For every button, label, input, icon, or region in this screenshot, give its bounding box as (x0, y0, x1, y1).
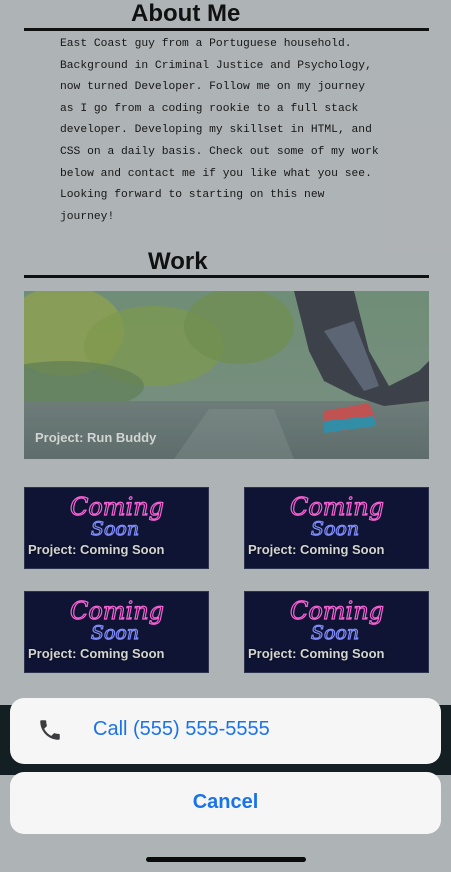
home-indicator[interactable] (146, 857, 306, 862)
cancel-button[interactable]: Cancel (10, 772, 441, 834)
phone-icon (40, 720, 60, 740)
call-action-button[interactable]: Call (555) 555-5555 (10, 698, 441, 764)
cancel-label: Cancel (192, 791, 259, 813)
call-label: Call (555) 555-5555 (93, 718, 270, 740)
